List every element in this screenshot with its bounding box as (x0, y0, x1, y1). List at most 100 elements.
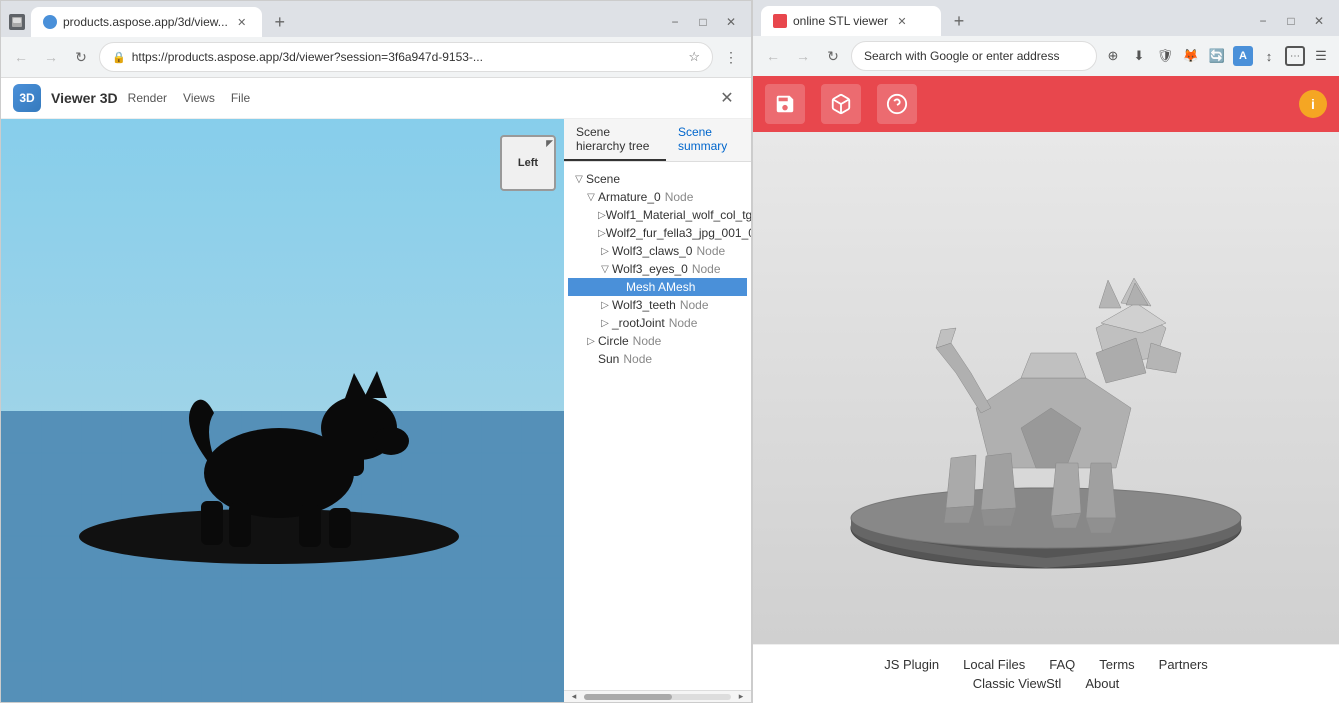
tree-label-eyes: Wolf3_eyes_0 (612, 262, 688, 276)
footer-link-classic[interactable]: Classic ViewStl (973, 676, 1062, 691)
tree-type-circle: Node (633, 334, 662, 348)
right-tab-close-btn[interactable]: ✕ (894, 13, 910, 29)
address-box[interactable]: 🔒 https://products.aspose.app/3d/viewer?… (99, 42, 713, 72)
star-icon[interactable]: ☆ (688, 49, 700, 65)
tree-arrow-circle: ▷ (584, 336, 598, 347)
tree-type-rootjoint: Node (669, 316, 698, 330)
left-address-bar-row: ← → ↻ 🔒 https://products.aspose.app/3d/v… (1, 37, 751, 77)
navigation-cube[interactable]: Left ◤ (500, 135, 556, 191)
more-btn[interactable]: ⋮ (719, 45, 743, 69)
minimize-btn[interactable]: − (663, 10, 687, 34)
ff-menu-btn[interactable]: ☰ (1311, 46, 1331, 66)
tree-mesh-amesh[interactable]: Mesh AMesh (568, 278, 747, 296)
ff-icon-firefox[interactable]: 🦊 (1181, 46, 1201, 66)
tree-type-claws: Node (696, 244, 725, 258)
ff-icon-1[interactable]: ⊕ (1103, 46, 1123, 66)
app-logo: 3D (13, 84, 41, 112)
ff-icon-sync2[interactable]: ↕ (1259, 46, 1279, 66)
app-titlebar: 3D Viewer 3D Render Views File ✕ (1, 78, 751, 119)
menu-render[interactable]: Render (128, 91, 167, 105)
tree-label-armature: Armature_0 (598, 190, 661, 204)
footer-link-local-files[interactable]: Local Files (963, 657, 1025, 672)
bookmarks-btn[interactable]: A (1233, 46, 1253, 66)
tree-wolf2[interactable]: ▷ Wolf2_fur_fella3_jpg_001_0 (568, 224, 747, 242)
ff-icon-shield[interactable]: 🛡 (1155, 46, 1175, 66)
tree-label-teeth: Wolf3_teeth (612, 298, 676, 312)
footer-link-about[interactable]: About (1085, 676, 1119, 691)
right-maximize-btn[interactable]: □ (1279, 9, 1303, 33)
right-back-btn[interactable]: ← (761, 44, 785, 68)
left-tab-close-btn[interactable]: ✕ (234, 14, 250, 30)
stl-viewport[interactable] (753, 132, 1339, 644)
wolf-svg (129, 333, 409, 553)
tree-circle[interactable]: ▷ Circle Node (568, 332, 747, 350)
left-active-tab[interactable]: products.aspose.app/3d/view... ✕ (31, 7, 262, 37)
tab-summary[interactable]: Scene summary (666, 119, 751, 161)
left-browser-window: products.aspose.app/3d/view... ✕ + − □ ✕… (0, 0, 752, 703)
tree-type-armature: Node (665, 190, 694, 204)
tree-armature[interactable]: ▽ Armature_0 Node (568, 188, 747, 206)
refresh-btn[interactable]: ↻ (69, 45, 93, 69)
right-win-controls: − □ ✕ (1251, 9, 1331, 33)
scroll-left-btn[interactable]: ◂ (568, 691, 580, 703)
back-btn[interactable]: ← (9, 45, 33, 69)
right-close-btn[interactable]: ✕ (1307, 9, 1331, 33)
tree-arrow-rootjoint: ▷ (598, 318, 612, 329)
stl-help-btn[interactable] (877, 84, 917, 124)
menu-views[interactable]: Views (183, 91, 215, 105)
footer-link-js-plugin[interactable]: JS Plugin (884, 657, 939, 672)
stl-footer-links-row2: Classic ViewStl About (769, 676, 1323, 691)
tree-wolf3-teeth[interactable]: ▷ Wolf3_teeth Node (568, 296, 747, 314)
close-btn[interactable]: ✕ (719, 10, 743, 34)
right-minimize-btn[interactable]: − (1251, 9, 1275, 33)
scroll-right-btn[interactable]: ▸ (735, 691, 747, 703)
footer-link-partners[interactable]: Partners (1159, 657, 1208, 672)
app-title: Viewer 3D (51, 90, 118, 106)
right-active-tab[interactable]: online STL viewer ✕ (761, 6, 941, 36)
browser-tab-icon (9, 14, 25, 30)
tree-sun[interactable]: Sun Node (568, 350, 747, 368)
left-tab-favicon (43, 15, 57, 29)
stl-info-btn[interactable]: i (1299, 90, 1327, 118)
tree-arrow-armature: ▽ (584, 192, 598, 203)
right-address-placeholder: Search with Google or enter address (864, 49, 1084, 63)
forward-btn[interactable]: → (39, 45, 63, 69)
tree-arrow-eyes: ▽ (598, 264, 612, 275)
tree-wolf3-eyes[interactable]: ▽ Wolf3_eyes_0 Node (568, 260, 747, 278)
cube-face-label: Left ◤ (500, 135, 556, 191)
horizontal-scrollbar[interactable]: ◂ ▸ (564, 690, 751, 702)
tab-hierarchy[interactable]: Scene hierarchy tree (564, 119, 666, 161)
right-browser-chrome: online STL viewer ✕ + − □ ✕ ← → ↻ Search… (753, 0, 1339, 76)
overflow-btn[interactable]: ⋯ (1285, 46, 1305, 66)
stl-wolf-svg (836, 198, 1256, 578)
tree-wolf3-claws[interactable]: ▷ Wolf3_claws_0 Node (568, 242, 747, 260)
3d-viewport[interactable]: Left ◤ (1, 119, 564, 702)
stl-footer: JS Plugin Local Files FAQ Terms Partners… (753, 644, 1339, 703)
scroll-track[interactable] (584, 694, 731, 700)
tree-arrow-wolf2: ▷ (598, 228, 606, 239)
app-window: 3D Viewer 3D Render Views File ✕ (1, 78, 751, 702)
right-new-tab-btn[interactable]: + (945, 7, 973, 35)
tree-scene[interactable]: ▽ Scene (568, 170, 747, 188)
right-tab-favicon (773, 14, 787, 28)
scene-tree[interactable]: ▽ Scene ▽ Armature_0 Node ▷ Wolf1_Materi… (564, 162, 751, 690)
tree-wolf1[interactable]: ▷ Wolf1_Material_wolf_col_tg (568, 206, 747, 224)
ff-icon-download[interactable]: ⬇ (1129, 46, 1149, 66)
right-forward-btn[interactable]: → (791, 44, 815, 68)
right-refresh-btn[interactable]: ↻ (821, 44, 845, 68)
right-address-box[interactable]: Search with Google or enter address (851, 41, 1097, 71)
menu-file[interactable]: File (231, 91, 250, 105)
app-close-btn[interactable]: ✕ (715, 86, 739, 110)
stl-save-btn[interactable] (765, 84, 805, 124)
new-tab-btn[interactable]: + (266, 8, 294, 36)
maximize-btn[interactable]: □ (691, 10, 715, 34)
ff-icon-sync[interactable]: 🔄 (1207, 46, 1227, 66)
footer-link-faq[interactable]: FAQ (1049, 657, 1075, 672)
lock-icon: 🔒 (112, 51, 126, 64)
footer-link-terms[interactable]: Terms (1099, 657, 1134, 672)
tree-label-circle: Circle (598, 334, 629, 348)
left-win-controls: − □ ✕ (663, 10, 743, 34)
tree-rootjoint[interactable]: ▷ _rootJoint Node (568, 314, 747, 332)
stl-cube-btn[interactable] (821, 84, 861, 124)
tree-arrow-wolf1: ▷ (598, 210, 606, 221)
